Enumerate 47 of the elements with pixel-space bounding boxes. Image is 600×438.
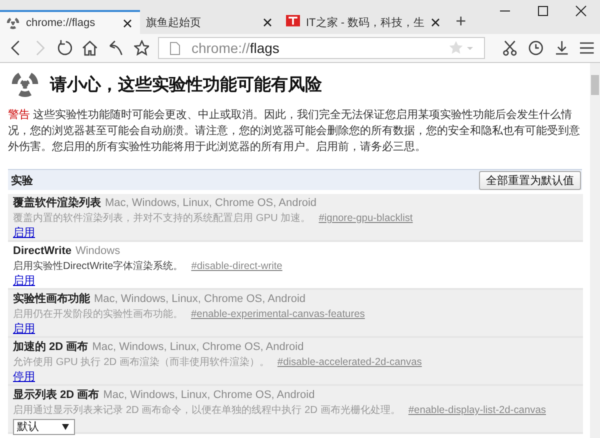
new-tab-button[interactable]: + — [448, 10, 474, 34]
experiment-description: 启用通过显示列表来记录 2D 画布命令，以便在单独的线程中执行 2D 画布光栅化处理。 — [13, 405, 400, 416]
toggle-link[interactable]: 停用 — [13, 371, 35, 383]
browser-tab[interactable]: 旗鱼起始页 — [140, 10, 280, 34]
tab-favicon-icon — [286, 15, 300, 29]
platform-list: Mac, Windows, Linux, Chrome OS, Android — [103, 389, 315, 401]
experiment-description: 覆盖内置的软件渲染列表，并对不支持的系统配置启用 GPU 加速。 — [13, 213, 311, 224]
experiment-description: 启用实验性DirectWrite字体渲染系统。 — [13, 261, 184, 272]
platform-list: Windows — [75, 245, 120, 257]
anchor-link[interactable]: #disable-direct-write — [191, 261, 282, 272]
browser-tab[interactable]: chrome://flags — [0, 10, 140, 34]
warning-text: 警告 这些实验性功能随时可能会更改、中止或取消。因此，我们完全无法保证您启用某项实验性功能后会发生什么情况，您的浏览器甚至可能会自动崩溃。请注意，您的浏览器可能会删除您的所有数据，您的安全和隐私也有可能受到意外伤害。您启用的所有实验性功能将用于此浏览器的所有用户。启用前，请务必三思。 — [8, 108, 581, 155]
close-tab-icon[interactable] — [263, 18, 272, 26]
experiment-description: 允许使用 GPU 执行 2D 画布渲染（而非使用软件渲染）。 — [13, 357, 270, 368]
home-icon[interactable] — [82, 40, 98, 56]
tab-favicon-icon — [6, 16, 20, 30]
dropdown-arrow-icon — [62, 424, 69, 430]
undo-icon[interactable] — [108, 40, 124, 56]
experiment-name: 覆盖软件渲染列表 — [13, 197, 101, 209]
star-icon[interactable] — [134, 40, 150, 56]
page-icon — [170, 42, 180, 54]
close-tab-icon[interactable] — [430, 18, 440, 26]
option-dropdown[interactable]: 默认 — [13, 419, 75, 435]
experiment-name: 加速的 2D 画布 — [13, 341, 88, 353]
clock-icon[interactable] — [528, 40, 544, 56]
toggle-link[interactable]: 启用 — [13, 275, 35, 287]
experiment-name: 实验性画布功能 — [13, 293, 90, 305]
experiment-description: 启用仍在开发阶段的实验性画布功能。 — [13, 309, 183, 320]
warning-heading: 请小心，这些实验性功能可能有风险 — [50, 74, 322, 96]
browser-tab[interactable]: IT之家 - 数码，科技，生 — [280, 10, 448, 34]
platform-list: Mac, Windows, Linux, Chrome OS, Android — [105, 197, 317, 209]
toggle-link[interactable]: 启用 — [13, 323, 35, 335]
menu-icon[interactable] — [579, 40, 596, 56]
scrollbar[interactable] — [590, 63, 600, 438]
platform-list: Mac, Windows, Linux, Chrome OS, Android — [94, 293, 306, 305]
address-bar[interactable]: chrome://flags — [158, 37, 486, 59]
experiment-name: 显示列表 2D 画布 — [13, 389, 100, 401]
section-title: 实验 — [11, 174, 33, 188]
reset-all-button[interactable]: 全部重置为默认值 — [479, 170, 581, 190]
bookmark-star-icon[interactable] — [449, 41, 474, 55]
close-tab-icon[interactable] — [123, 18, 132, 28]
experiment-name: DirectWrite — [13, 245, 72, 257]
toggle-link[interactable]: 启用 — [13, 227, 35, 239]
platform-list: Mac, Windows, Linux, Chrome OS, Android — [92, 341, 304, 353]
reload-icon[interactable] — [56, 40, 72, 56]
download-icon[interactable] — [554, 40, 570, 56]
scissors-icon[interactable] — [502, 40, 518, 56]
